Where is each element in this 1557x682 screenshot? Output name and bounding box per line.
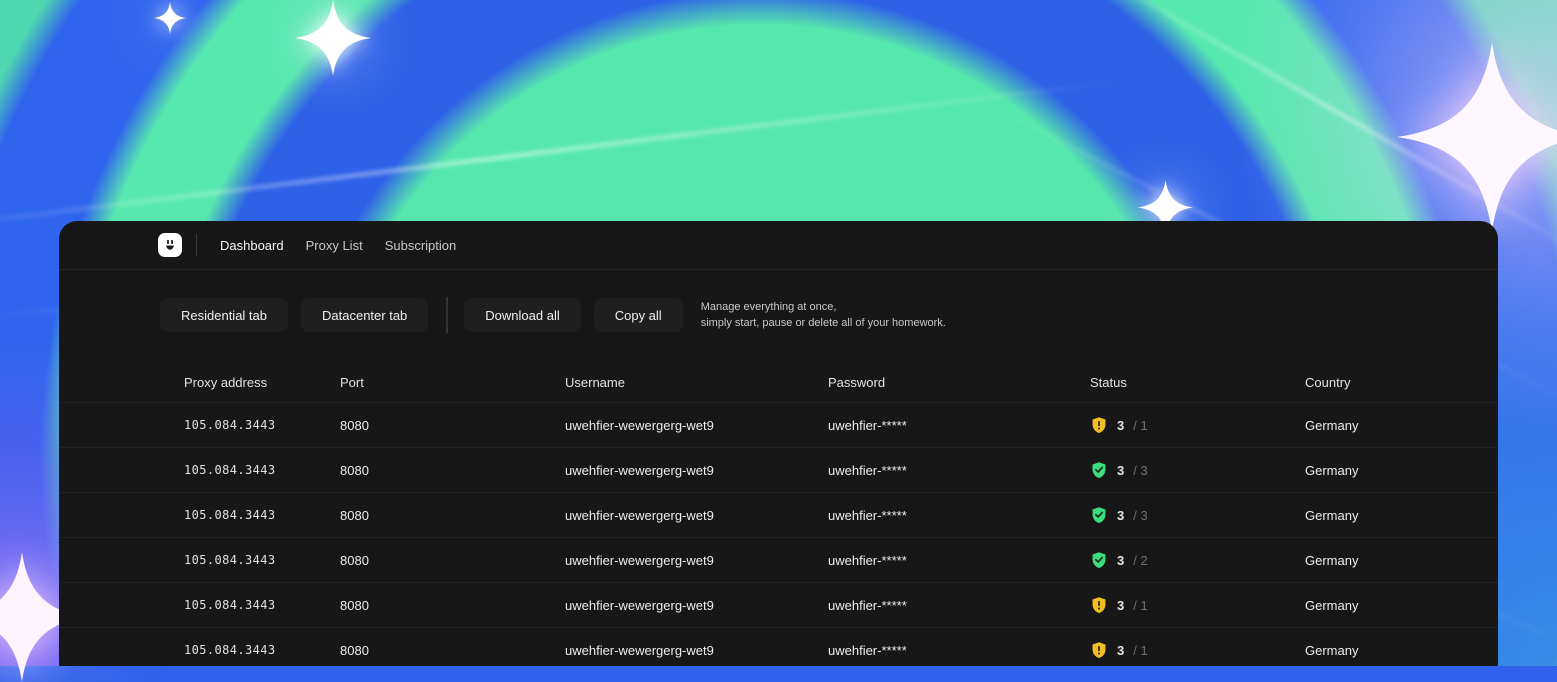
status-secondary: / 1 xyxy=(1133,598,1147,613)
smiley-face-icon xyxy=(161,236,179,254)
copy-all-button[interactable]: Copy all xyxy=(594,298,683,332)
datacenter-tab-button[interactable]: Datacenter tab xyxy=(301,298,428,332)
cell-status: 3 / 1 xyxy=(1090,416,1305,434)
toolbar-note-line2: simply start, pause or delete all of you… xyxy=(701,315,946,331)
cell-password: uwehfier-***** xyxy=(828,553,1090,568)
brand-logo[interactable] xyxy=(158,233,182,257)
table-row[interactable]: 105.084.3443 8080 uwehfier-wewergerg-wet… xyxy=(59,582,1498,627)
table-row[interactable]: 105.084.3443 8080 uwehfier-wewergerg-wet… xyxy=(59,402,1498,447)
nav-item-subscription[interactable]: Subscription xyxy=(374,232,468,259)
shield-warning-icon xyxy=(1090,416,1108,434)
cell-password: uwehfier-***** xyxy=(828,418,1090,433)
status-primary: 3 xyxy=(1117,463,1124,478)
cell-username: uwehfier-wewergerg-wet9 xyxy=(565,508,828,523)
cell-password: uwehfier-***** xyxy=(828,643,1090,658)
sparkle-star-icon xyxy=(295,0,371,76)
column-header-port: Port xyxy=(340,375,565,390)
shield-ok-icon xyxy=(1090,461,1108,479)
cell-country: Germany xyxy=(1305,598,1498,613)
status-primary: 3 xyxy=(1117,553,1124,568)
status-primary: 3 xyxy=(1117,418,1124,433)
status-primary: 3 xyxy=(1117,643,1124,658)
status-secondary: / 2 xyxy=(1133,553,1147,568)
cell-country: Germany xyxy=(1305,418,1498,433)
cell-country: Germany xyxy=(1305,553,1498,568)
cell-username: uwehfier-wewergerg-wet9 xyxy=(565,418,828,433)
cell-proxy-address: 105.084.3443 xyxy=(184,418,340,432)
nav-item-dashboard[interactable]: Dashboard xyxy=(209,232,295,259)
cell-port: 8080 xyxy=(340,418,565,433)
column-header-username: Username xyxy=(565,375,828,390)
column-header-country: Country xyxy=(1305,375,1498,390)
status-primary: 3 xyxy=(1117,598,1124,613)
cell-status: 3 / 2 xyxy=(1090,551,1305,569)
cell-country: Germany xyxy=(1305,508,1498,523)
cell-port: 8080 xyxy=(340,508,565,523)
cell-username: uwehfier-wewergerg-wet9 xyxy=(565,598,828,613)
cell-proxy-address: 105.084.3443 xyxy=(184,598,340,612)
cell-port: 8080 xyxy=(340,598,565,613)
cell-password: uwehfier-***** xyxy=(828,598,1090,613)
sparkle-star-icon xyxy=(154,2,186,34)
cell-username: uwehfier-wewergerg-wet9 xyxy=(565,463,828,478)
cell-status: 3 / 1 xyxy=(1090,641,1305,659)
toolbar: Residential tab Datacenter tab Download … xyxy=(59,297,1498,333)
table-header: Proxy address Port Username Password Sta… xyxy=(59,362,1498,402)
top-nav: Dashboard Proxy List Subscription xyxy=(59,221,1498,270)
table-row[interactable]: 105.084.3443 8080 uwehfier-wewergerg-wet… xyxy=(59,627,1498,666)
residential-tab-button[interactable]: Residential tab xyxy=(160,298,288,332)
column-header-proxy-address: Proxy address xyxy=(184,375,340,390)
cell-proxy-address: 105.084.3443 xyxy=(184,643,340,657)
shield-warning-icon xyxy=(1090,596,1108,614)
column-header-status: Status xyxy=(1090,375,1305,390)
status-secondary: / 3 xyxy=(1133,508,1147,523)
column-header-password: Password xyxy=(828,375,1090,390)
cell-proxy-address: 105.084.3443 xyxy=(184,553,340,567)
cell-username: uwehfier-wewergerg-wet9 xyxy=(565,643,828,658)
toolbar-note: Manage everything at once, simply start,… xyxy=(701,299,946,331)
cell-country: Germany xyxy=(1305,463,1498,478)
cell-port: 8080 xyxy=(340,463,565,478)
cell-port: 8080 xyxy=(340,643,565,658)
proxy-table: Proxy address Port Username Password Sta… xyxy=(59,362,1498,666)
nav-divider xyxy=(196,234,197,256)
table-row[interactable]: 105.084.3443 8080 uwehfier-wewergerg-wet… xyxy=(59,447,1498,492)
toolbar-note-line1: Manage everything at once, xyxy=(701,299,946,315)
cell-proxy-address: 105.084.3443 xyxy=(184,508,340,522)
status-secondary: / 3 xyxy=(1133,463,1147,478)
status-secondary: / 1 xyxy=(1133,418,1147,433)
shield-ok-icon xyxy=(1090,551,1108,569)
status-secondary: / 1 xyxy=(1133,643,1147,658)
table-row[interactable]: 105.084.3443 8080 uwehfier-wewergerg-wet… xyxy=(59,492,1498,537)
shield-ok-icon xyxy=(1090,506,1108,524)
table-body: 105.084.3443 8080 uwehfier-wewergerg-wet… xyxy=(59,402,1498,666)
table-row[interactable]: 105.084.3443 8080 uwehfier-wewergerg-wet… xyxy=(59,537,1498,582)
cell-username: uwehfier-wewergerg-wet9 xyxy=(565,553,828,568)
shield-warning-icon xyxy=(1090,641,1108,659)
cell-status: 3 / 3 xyxy=(1090,461,1305,479)
cell-proxy-address: 105.084.3443 xyxy=(184,463,340,477)
cell-port: 8080 xyxy=(340,553,565,568)
status-primary: 3 xyxy=(1117,508,1124,523)
cell-country: Germany xyxy=(1305,643,1498,658)
cell-password: uwehfier-***** xyxy=(828,508,1090,523)
cell-password: uwehfier-***** xyxy=(828,463,1090,478)
proxy-manager-panel: Dashboard Proxy List Subscription Reside… xyxy=(59,221,1498,666)
toolbar-divider xyxy=(446,297,448,333)
cell-status: 3 / 1 xyxy=(1090,596,1305,614)
cell-status: 3 / 3 xyxy=(1090,506,1305,524)
download-all-button[interactable]: Download all xyxy=(464,298,580,332)
nav-item-proxy-list[interactable]: Proxy List xyxy=(295,232,374,259)
sparkle-star-icon xyxy=(1397,42,1557,232)
